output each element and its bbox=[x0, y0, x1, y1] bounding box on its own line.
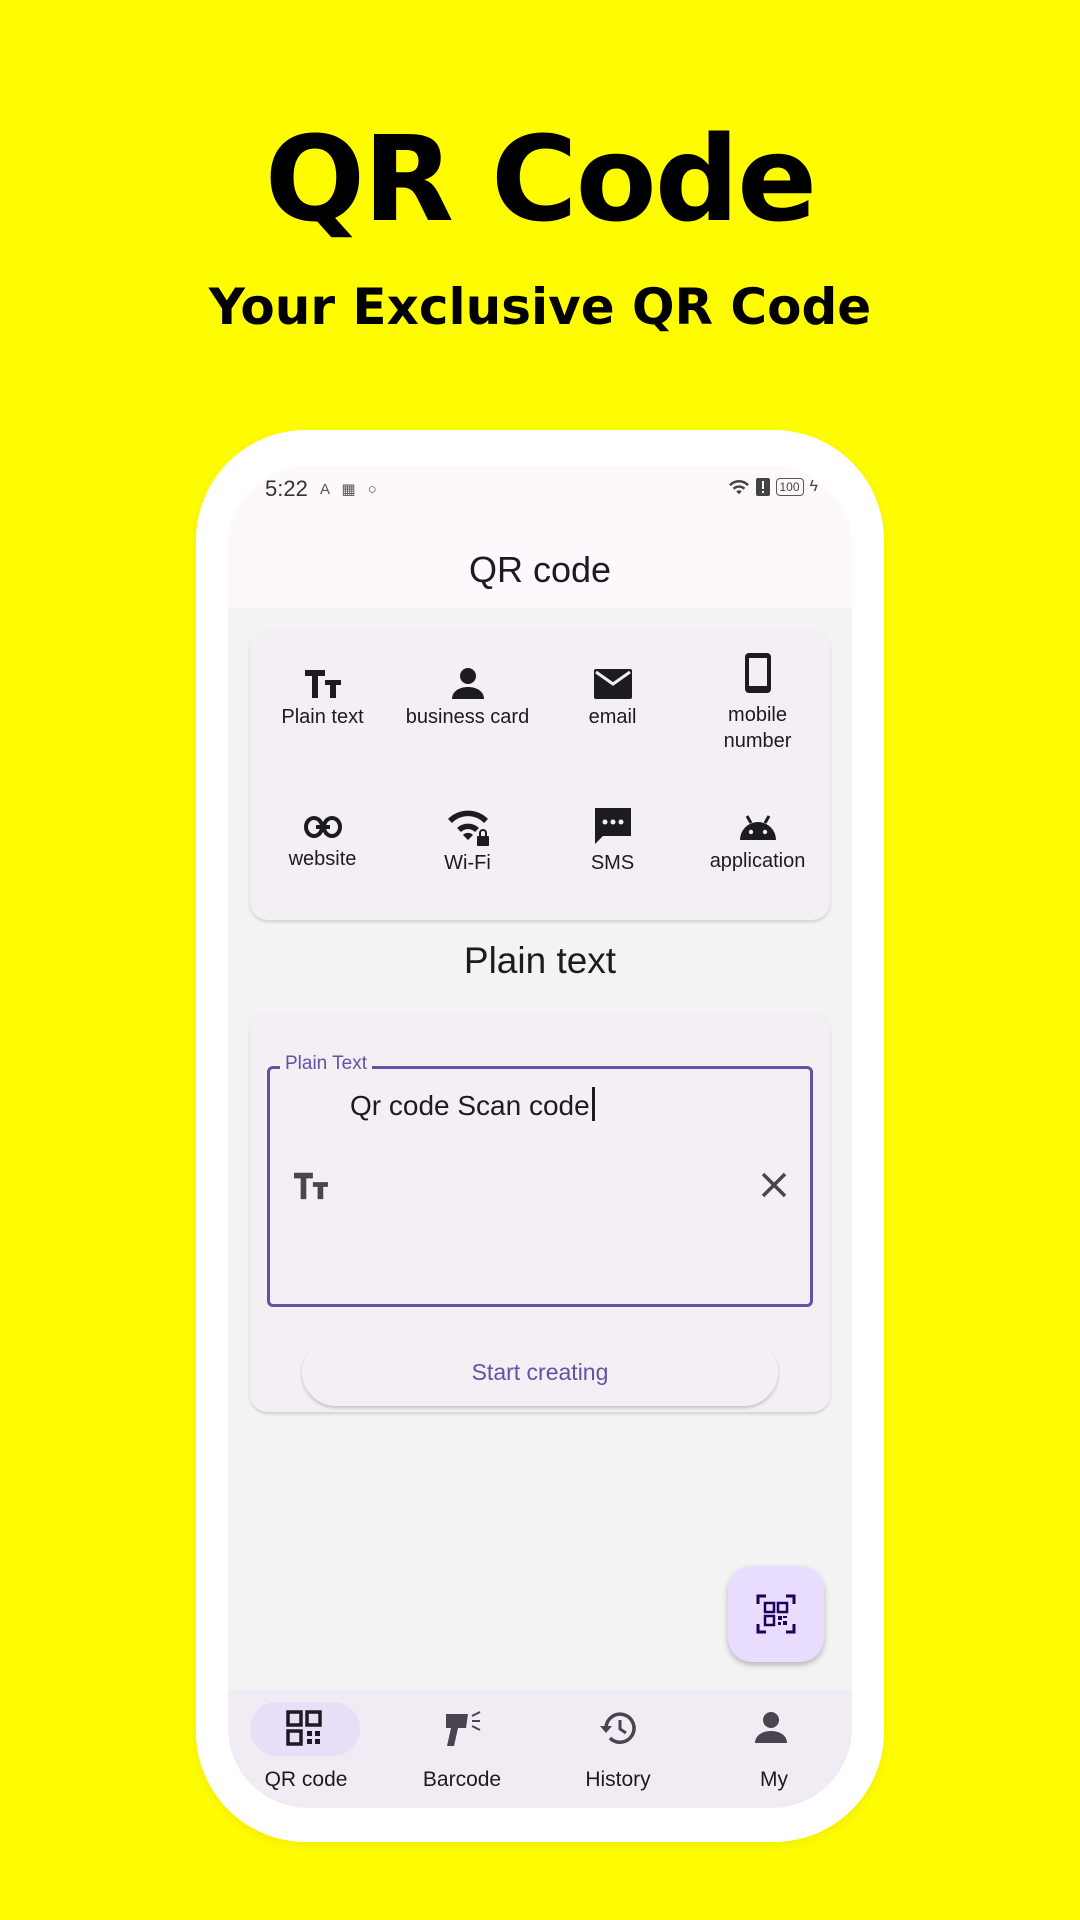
app-bar-title: QR code bbox=[468, 549, 612, 590]
type-label-line1: mobile bbox=[728, 704, 787, 726]
notification-icons: A ▦ ○ bbox=[320, 481, 381, 498]
link-icon bbox=[303, 816, 342, 838]
type-sms[interactable]: SMS bbox=[540, 806, 685, 876]
battery-indicator: 100 bbox=[775, 478, 804, 496]
wifi-status-icon bbox=[728, 479, 749, 495]
nav-label: My bbox=[760, 1768, 788, 1791]
status-time: 5:22 bbox=[265, 476, 308, 501]
start-creating-button[interactable]: Start creating bbox=[302, 1338, 778, 1406]
history-icon bbox=[600, 1712, 636, 1744]
bottom-navigation: QR code Barcode History My bbox=[228, 1690, 852, 1808]
wifi-lock-icon bbox=[447, 810, 489, 846]
section-title: Plain text bbox=[463, 940, 617, 981]
field-value-text: Qr code Scan code bbox=[350, 1090, 590, 1121]
type-mobile-number[interactable]: mobile number bbox=[685, 652, 830, 754]
type-email[interactable]: email bbox=[540, 666, 685, 730]
type-wifi[interactable]: Wi-Fi bbox=[395, 806, 540, 876]
status-right-icons: 100 ϟ bbox=[728, 478, 818, 496]
nav-label: Barcode bbox=[422, 1768, 502, 1791]
nav-qr-code[interactable]: QR code bbox=[228, 1690, 384, 1808]
person-icon bbox=[451, 668, 484, 699]
type-plain-text[interactable]: Plain text bbox=[250, 666, 395, 730]
plain-text-field[interactable]: Plain Text Qr code Scan code bbox=[267, 1053, 813, 1307]
nav-label: History bbox=[585, 1768, 651, 1791]
field-label: Plain Text bbox=[280, 1053, 373, 1075]
type-label: SMS bbox=[590, 852, 635, 874]
app-bar: QR code bbox=[228, 536, 852, 608]
close-icon[interactable] bbox=[760, 1171, 788, 1199]
qr-scanner-icon bbox=[756, 1594, 796, 1634]
nav-my[interactable]: My bbox=[696, 1690, 852, 1808]
type-business-card[interactable]: business card bbox=[395, 666, 540, 730]
nav-history[interactable]: History bbox=[540, 1690, 696, 1808]
type-label: Wi-Fi bbox=[444, 852, 491, 874]
person-icon bbox=[755, 1712, 787, 1743]
nav-barcode[interactable]: Barcode bbox=[384, 1690, 540, 1808]
phone-screen: 5:22 A ▦ ○ 100 ϟ QR code Plain text busi… bbox=[228, 466, 852, 1808]
type-label: email bbox=[588, 706, 637, 728]
charging-icon: ϟ bbox=[809, 478, 818, 495]
text-cursor bbox=[591, 1087, 595, 1121]
sms-icon bbox=[594, 808, 631, 844]
barcode-scanner-icon bbox=[446, 1711, 481, 1746]
email-icon bbox=[593, 669, 632, 699]
input-card: Plain Text Qr code Scan code Start creat… bbox=[250, 1012, 830, 1412]
android-icon bbox=[739, 815, 776, 840]
code-type-grid: Plain text business card email mobile nu… bbox=[250, 630, 830, 920]
text-fields-icon bbox=[294, 1172, 328, 1200]
alert-icon bbox=[755, 478, 770, 496]
type-label-line2: number bbox=[723, 730, 792, 752]
scan-fab[interactable] bbox=[728, 1566, 824, 1662]
type-application[interactable]: application bbox=[685, 810, 830, 874]
type-label: Plain text bbox=[281, 706, 364, 728]
type-label: website bbox=[288, 848, 357, 870]
qr-code-icon bbox=[286, 1710, 322, 1746]
type-label: business card bbox=[405, 706, 530, 728]
nav-label: QR code bbox=[264, 1768, 348, 1791]
promo-title: QR Code bbox=[264, 110, 817, 248]
phone-icon bbox=[744, 653, 771, 693]
text-fields-icon bbox=[304, 670, 341, 698]
status-bar: 5:22 A ▦ ○ 100 ϟ bbox=[228, 466, 852, 536]
plain-text-input[interactable]: Qr code Scan code bbox=[350, 1087, 595, 1122]
type-website[interactable]: website bbox=[250, 812, 395, 872]
type-label: application bbox=[709, 850, 806, 872]
promo-subtitle: Your Exclusive QR Code bbox=[208, 278, 872, 336]
